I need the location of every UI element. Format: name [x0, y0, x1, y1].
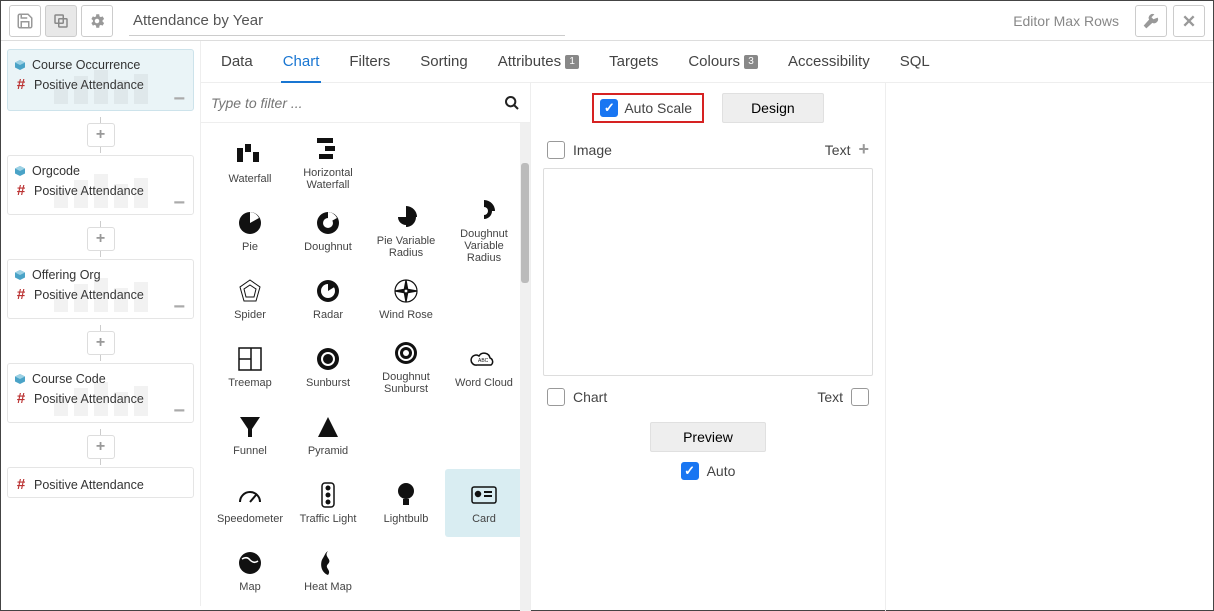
hash-icon: #	[14, 76, 28, 93]
chart-type-sunburst[interactable]: Sunburst	[289, 333, 367, 401]
design-button[interactable]: Design	[722, 93, 824, 123]
colours-badge: 3	[744, 55, 758, 69]
data-hierarchy-panel: Course Occurrence # Positive Attendance −…	[1, 41, 201, 606]
chart-type-word-cloud[interactable]: ABCWord Cloud	[445, 333, 523, 401]
cube-icon	[14, 373, 26, 385]
measure-label: Positive Attendance	[34, 392, 144, 406]
wrench-button[interactable]	[1135, 5, 1167, 37]
palette-scrollbar[interactable]	[520, 123, 530, 611]
chart-type-pyramid[interactable]: Pyramid	[289, 401, 367, 469]
cube-icon	[14, 59, 26, 71]
save-button[interactable]	[9, 5, 41, 37]
dimension-label: Course Occurrence	[32, 58, 140, 72]
tab-data[interactable]: Data	[219, 41, 255, 82]
cube-icon	[14, 165, 26, 177]
svg-text:ABC: ABC	[478, 358, 489, 364]
chart-type-waterfall[interactable]: Waterfall	[211, 129, 289, 197]
hash-icon: #	[14, 476, 28, 493]
settings-button[interactable]	[81, 5, 113, 37]
tab-accessibility[interactable]: Accessibility	[786, 41, 872, 82]
chart-type-doughnut[interactable]: Doughnut	[289, 197, 367, 265]
chart-type-radar[interactable]: Radar	[289, 265, 367, 333]
tab-attributes[interactable]: Attributes1	[496, 41, 581, 82]
add-block-button[interactable]: +	[87, 435, 115, 459]
chart-type-treemap[interactable]: Treemap	[211, 333, 289, 401]
copy-button[interactable]	[45, 5, 77, 37]
tab-colours[interactable]: Colours3	[686, 41, 760, 82]
chart-type-map[interactable]: Map	[211, 537, 289, 605]
hash-icon: #	[14, 286, 28, 303]
auto-scale-checkbox[interactable]: ✓	[600, 99, 618, 117]
chart-type-horizontal-waterfall[interactable]: Horizontal Waterfall	[289, 129, 367, 197]
add-block-button[interactable]: +	[87, 123, 115, 147]
chart-type-spider[interactable]: Spider	[211, 265, 289, 333]
chart-type-wind-rose[interactable]: Wind Rose	[367, 265, 445, 333]
collapse-button[interactable]: −	[173, 300, 185, 314]
card-design-panel: ✓ Auto Scale Design Image Text +	[531, 83, 886, 611]
text-label-top: Text	[825, 142, 851, 158]
collapse-button[interactable]: −	[173, 404, 185, 418]
data-block-course-code[interactable]: Course Code # Positive Attendance −	[7, 363, 194, 423]
chart-filter-input[interactable]	[211, 95, 504, 111]
auto-label: Auto	[707, 463, 736, 479]
add-block-button[interactable]: +	[87, 227, 115, 251]
chart-checkbox[interactable]	[547, 388, 565, 406]
dimension-label: Course Code	[32, 372, 106, 386]
measure-label: Positive Attendance	[34, 184, 144, 198]
tab-sorting[interactable]: Sorting	[418, 41, 470, 82]
collapse-button[interactable]: −	[173, 92, 185, 106]
preview-button[interactable]: Preview	[650, 422, 766, 452]
measure-label: Positive Attendance	[34, 78, 144, 92]
chart-type-card[interactable]: Card	[445, 469, 523, 537]
chart-type-panel: Waterfall Horizontal Waterfall Pie Dough…	[201, 83, 531, 611]
data-block-course-occurrence[interactable]: Course Occurrence # Positive Attendance −	[7, 49, 194, 111]
chart-type-pie-variable[interactable]: Pie Variable Radius	[367, 197, 445, 265]
image-label: Image	[573, 142, 612, 158]
auto-checkbox[interactable]: ✓	[681, 462, 699, 480]
hash-icon: #	[14, 182, 28, 199]
add-text-button[interactable]: +	[858, 139, 869, 160]
tab-chart[interactable]: Chart	[281, 41, 322, 82]
title-input[interactable]	[129, 6, 565, 36]
text-checkbox[interactable]	[851, 388, 869, 406]
cube-icon	[14, 269, 26, 281]
data-block-orgcode[interactable]: Orgcode # Positive Attendance −	[7, 155, 194, 215]
chart-type-traffic-light[interactable]: Traffic Light	[289, 469, 367, 537]
text-label-bottom: Text	[817, 389, 843, 405]
chart-label: Chart	[573, 389, 607, 405]
add-block-button[interactable]: +	[87, 331, 115, 355]
data-block-tail[interactable]: # Positive Attendance	[7, 467, 194, 498]
tab-strip: Data Chart Filters Sorting Attributes1 T…	[201, 41, 1213, 83]
chart-type-speedometer[interactable]: Speedometer	[211, 469, 289, 537]
close-button[interactable]	[1173, 5, 1205, 37]
chart-type-funnel[interactable]: Funnel	[211, 401, 289, 469]
measure-label: Positive Attendance	[34, 288, 144, 302]
dimension-label: Orgcode	[32, 164, 80, 178]
search-icon[interactable]	[504, 95, 520, 111]
chart-type-pie[interactable]: Pie	[211, 197, 289, 265]
auto-scale-label: Auto Scale	[624, 100, 692, 116]
chart-type-doughnut-sunburst[interactable]: Doughnut Sunburst	[367, 333, 445, 401]
attributes-badge: 1	[565, 55, 579, 69]
card-design-canvas[interactable]	[543, 168, 873, 376]
tab-targets[interactable]: Targets	[607, 41, 660, 82]
collapse-button[interactable]: −	[173, 196, 185, 210]
tab-sql[interactable]: SQL	[898, 41, 932, 82]
measure-label: Positive Attendance	[34, 478, 144, 492]
auto-scale-highlight: ✓ Auto Scale	[592, 93, 704, 123]
image-checkbox[interactable]	[547, 141, 565, 159]
chart-type-heat-map[interactable]: Heat Map	[289, 537, 367, 605]
dimension-label: Offering Org	[32, 268, 101, 282]
data-block-offering-org[interactable]: Offering Org # Positive Attendance −	[7, 259, 194, 319]
empty-preview-area	[886, 83, 1213, 611]
chart-type-lightbulb[interactable]: Lightbulb	[367, 469, 445, 537]
tab-filters[interactable]: Filters	[347, 41, 392, 82]
hash-icon: #	[14, 390, 28, 407]
editor-max-rows-label: Editor Max Rows	[1013, 13, 1119, 29]
chart-type-doughnut-variable[interactable]: Doughnut Variable Radius	[445, 197, 523, 265]
